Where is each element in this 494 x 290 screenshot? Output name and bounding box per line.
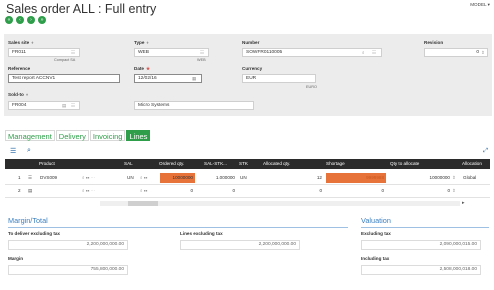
type-description: WEB: [197, 58, 206, 62]
lookup-icon[interactable]: ☷: [200, 48, 204, 57]
column-header-product[interactable]: Product: [37, 159, 122, 169]
type-field[interactable]: WEB: [134, 48, 209, 57]
tab-delivery[interactable]: Delivery: [55, 130, 89, 141]
column-header-shortage[interactable]: Shortage: [324, 159, 388, 169]
row-divider: [5, 184, 490, 185]
column-header-ordered-qty[interactable]: Ordered qty.: [157, 159, 202, 169]
row-menu-icon[interactable]: ☰: [28, 173, 32, 183]
header-panel: Sales site ♦ FR011 ☷ Compact SA Type ♦ WEB…: [4, 34, 492, 116]
tab-management[interactable]: Management: [5, 130, 55, 141]
scroll-right-icon[interactable]: ▸: [462, 198, 465, 208]
spinner-icon[interactable]: ⇕: [481, 48, 485, 57]
row-number: 2: [18, 188, 21, 193]
model-label: MODEL: [470, 2, 487, 7]
sales-site-label: Sales site ♦: [8, 40, 34, 45]
column-header-allocated-qty[interactable]: Allocated qty.: [261, 159, 324, 169]
margin-label: Margin: [8, 256, 24, 261]
record-navigation: « ‹ › »: [5, 16, 46, 24]
search-icon[interactable]: ⌕ ☷: [140, 173, 147, 183]
ordered-qty-cell[interactable]: 10000000: [160, 173, 195, 183]
last-record-button[interactable]: »: [38, 16, 46, 24]
next-record-button[interactable]: ›: [27, 16, 35, 24]
stk-cell: UN: [240, 175, 247, 180]
product-cell[interactable]: DVS009: [40, 173, 57, 183]
column-header-stk[interactable]: STK: [237, 159, 261, 169]
tab-invoicing[interactable]: Invoicing: [89, 130, 126, 141]
shortage-cell: 9999988: [326, 173, 386, 183]
revision-field[interactable]: 0: [424, 48, 488, 57]
column-header-row-menu: [5, 159, 37, 169]
search-icon[interactable]: ⌕: [27, 147, 31, 155]
lookup-icon[interactable]: ☷: [71, 101, 75, 110]
calendar-icon[interactable]: ▦: [192, 74, 196, 83]
row-menu-icon[interactable]: ▤: [28, 186, 32, 196]
list-view-icon[interactable]: ☰: [10, 147, 16, 155]
stepper-icon[interactable]: ⇕: [452, 186, 456, 196]
sal-stk-cell: 0: [232, 188, 235, 193]
row-number: 1: [18, 175, 21, 180]
sold-to-field[interactable]: FR004: [8, 101, 80, 110]
shortage-cell: 0: [381, 188, 384, 193]
qty-to-allocate-cell[interactable]: 10000000: [388, 173, 450, 183]
expand-icon[interactable]: ⤢: [483, 148, 488, 155]
search-icon[interactable]: ⌕: [362, 48, 365, 57]
reference-field[interactable]: Test report ACCNV1: [8, 74, 120, 83]
currency-label: Currency: [242, 66, 263, 71]
search-icon[interactable]: ⌕ ☷ ⋯: [82, 173, 95, 183]
previous-record-button[interactable]: ‹: [16, 16, 24, 24]
type-label: Type ♦: [134, 40, 149, 45]
sales-site-field[interactable]: FR011: [8, 48, 80, 57]
date-label: Date ★: [134, 66, 151, 71]
row-divider: [5, 197, 490, 198]
sales-site-description: Compact SA: [54, 58, 76, 62]
excluding-tax-value: 2,090,000,015.00: [361, 240, 481, 250]
sal-cell[interactable]: UN: [127, 173, 134, 183]
tab-lines[interactable]: Lines: [126, 130, 151, 141]
lookup-icon[interactable]: ☷: [372, 48, 376, 57]
lines-excl-label: Lines excluding tax: [180, 231, 223, 236]
allocated-qty-cell: 12: [316, 175, 322, 180]
lookup-icon[interactable]: ☷: [71, 48, 75, 57]
tab-bar: Management Delivery Invoicing Lines: [5, 130, 151, 141]
to-deliver-value: 2,200,000,000.00: [8, 240, 128, 250]
including-tax-label: Including tax: [361, 256, 390, 261]
number-field[interactable]: SOWFR0110005: [242, 48, 382, 57]
currency-field[interactable]: EUR: [242, 74, 316, 83]
currency-description: EURO: [306, 85, 317, 89]
section-divider: [361, 227, 489, 228]
column-header-sal-stk[interactable]: SAL-STK...: [202, 159, 237, 169]
margin-value: 755,800,000.00: [8, 265, 128, 275]
number-label: Number: [242, 40, 260, 45]
first-record-button[interactable]: «: [5, 16, 13, 24]
excluding-tax-label: Excluding tax: [361, 231, 391, 236]
ordered-qty-cell[interactable]: 0: [160, 186, 195, 196]
model-menu[interactable]: MODEL ▾: [470, 2, 490, 8]
search-icon[interactable]: ⌕ ☷: [140, 186, 147, 196]
sold-to-name-field: Micro Systems: [134, 101, 254, 110]
revision-label: Revision: [424, 40, 444, 45]
horizontal-scrollbar[interactable]: [100, 201, 460, 206]
to-deliver-label: To deliver excluding tax: [8, 231, 60, 236]
including-tax-value: 2,508,000,018.00: [361, 265, 481, 275]
margin-total-heading: Margin/Total: [8, 216, 48, 225]
valuation-heading: Valuation: [361, 216, 391, 225]
column-header-allocation[interactable]: Allocation: [460, 159, 490, 169]
column-header-qty-to-allocate[interactable]: Qty to allocate: [388, 159, 460, 169]
document-icon[interactable]: ▤: [62, 101, 66, 110]
column-header-sal[interactable]: SAL: [122, 159, 157, 169]
allocated-qty-cell: 0: [319, 188, 322, 193]
scrollbar-thumb[interactable]: [128, 201, 158, 206]
page-title: Sales order ALL : Full entry: [6, 2, 157, 16]
stepper-icon[interactable]: ⇕: [452, 173, 456, 183]
sal-stk-cell: 1.000000: [215, 175, 235, 180]
reference-label: Reference: [8, 66, 31, 71]
allocation-cell: Global: [463, 175, 477, 180]
sold-to-label: Sold-to ♦: [8, 92, 29, 97]
section-divider: [8, 227, 348, 228]
search-icon[interactable]: ⌕ ☷ ⋯: [82, 186, 95, 196]
lines-excl-value: 2,200,000,000.00: [180, 240, 300, 250]
qty-to-allocate-cell[interactable]: 0: [388, 186, 450, 196]
